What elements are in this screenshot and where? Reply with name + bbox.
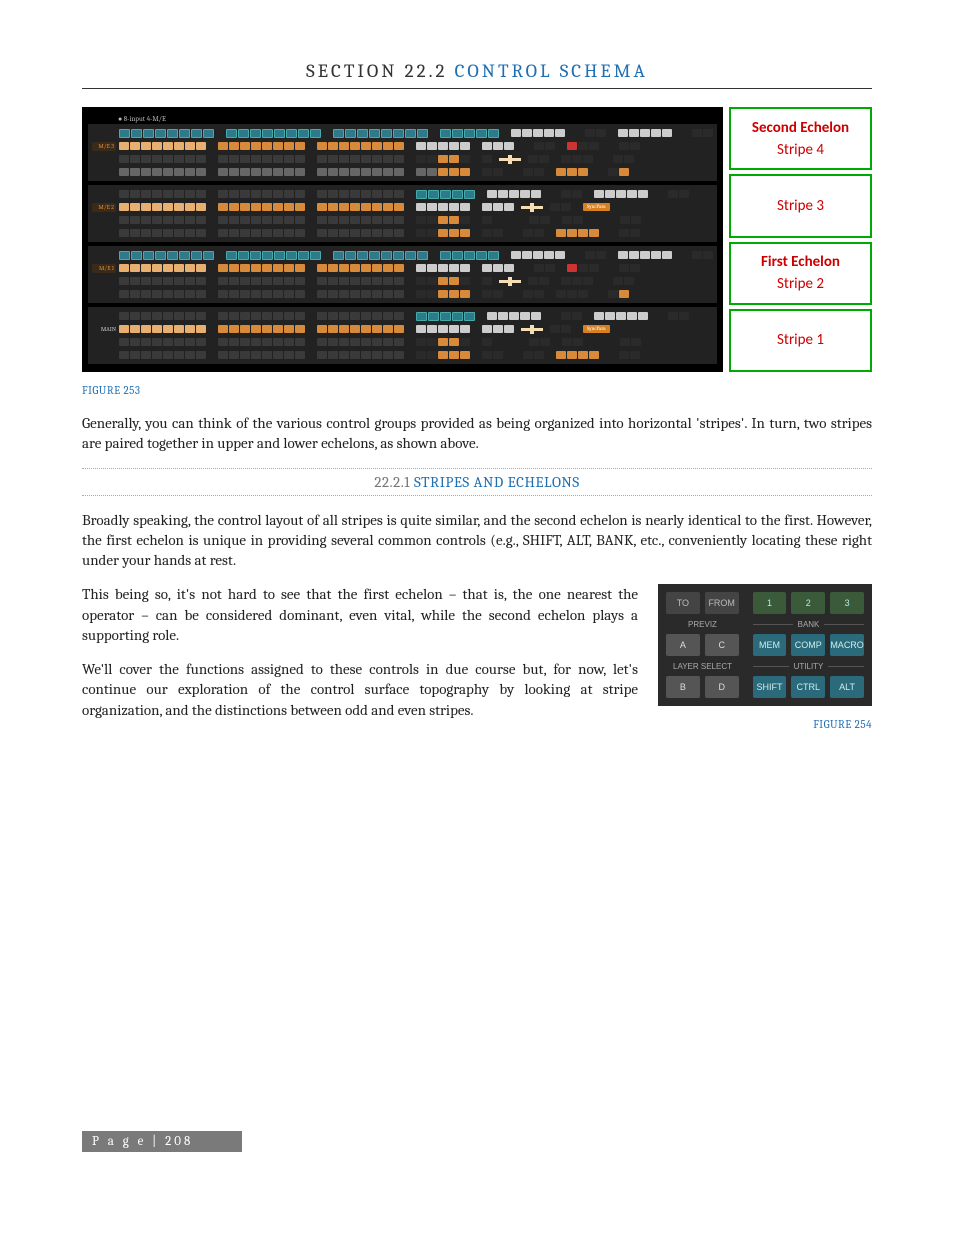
section-number: SECTION 22.2 (306, 60, 447, 82)
figure-253-caption: FIGURE 253 (82, 384, 872, 397)
console-title: ● 8-input 4-M/E (118, 115, 717, 123)
page-footer: P a g e | 208 (82, 1131, 242, 1152)
button-a: A (666, 634, 700, 656)
subsection-header: 22.2.1 STRIPES AND ECHELONS (82, 468, 872, 496)
label-stripe-3: Stripe 3 (729, 174, 872, 237)
paragraph-1: Generally, you can think of the various … (82, 413, 872, 454)
t-bar-icon (521, 206, 543, 209)
row-label-mv3: M/E 3 (92, 142, 116, 151)
button-from: FROM (705, 592, 739, 614)
footer-label: P a g e | (92, 1134, 159, 1149)
button-mem: MEM (753, 634, 787, 656)
label-stripe-2: First Echelon Stripe 2 (729, 242, 872, 305)
paragraph-4: We'll cover the functions assigned to th… (82, 659, 638, 720)
t-bar-icon (521, 328, 543, 331)
button-macro: MACRO (830, 634, 864, 656)
sync-label: SyncPara (583, 325, 610, 333)
button-1: 1 (753, 592, 787, 614)
label-layer-select: LAYER SELECT (666, 662, 739, 671)
echelon-labels: Second Echelon Stripe 4 Stripe 3 First E… (729, 107, 872, 372)
label-stripe-1: Stripe 1 (729, 309, 872, 372)
row-label-mv1: M/E 1 (92, 264, 116, 273)
t-bar-icon (499, 158, 521, 161)
echelon-label: First Echelon (761, 253, 840, 271)
subsection-title: STRIPES AND ECHELONS (414, 473, 580, 491)
label-previz: PREVIZ (666, 620, 739, 629)
stripe-label: Stripe 3 (777, 197, 824, 215)
button-to: TO (666, 592, 700, 614)
figure-254: TO FROM 1 2 3 PREVIZ BANK A C (658, 584, 872, 706)
button-comp: COMP (791, 634, 825, 656)
t-bar-icon (499, 280, 521, 283)
figure-253: ● 8-input 4-M/E (82, 107, 872, 372)
label-bank: BANK (798, 620, 820, 629)
subsection-number: 22.2.1 (374, 473, 410, 491)
stripe-3: M/E 2 SyncPara (88, 185, 717, 242)
label-utility: UTILITY (794, 662, 824, 671)
section-header: SECTION 22.2 CONTROL SCHEMA (82, 60, 872, 89)
button-shift: SHIFT (753, 676, 787, 698)
section-title: CONTROL SCHEMA (455, 60, 648, 82)
row-label-main: MAIN (92, 326, 116, 333)
button-ctrl: CTRL (791, 676, 825, 698)
paragraph-3: This being so, it's not hard to see that… (82, 584, 638, 645)
label-stripe-4: Second Echelon Stripe 4 (729, 107, 872, 170)
stripe-label: Stripe 4 (777, 141, 824, 159)
stripe-label: Stripe 2 (777, 275, 824, 293)
button-3: 3 (830, 592, 864, 614)
button-2: 2 (791, 592, 825, 614)
sync-label: SyncPara (583, 203, 610, 211)
stripe-2: M/E 1 (88, 246, 717, 303)
button-alt: ALT (830, 676, 864, 698)
button-b: B (666, 676, 700, 698)
paragraph-2: Broadly speaking, the control layout of … (82, 510, 872, 571)
echelon-label: Second Echelon (752, 119, 849, 137)
stripe-1: MAIN SyncPara (88, 307, 717, 364)
row-label-mv2: M/E 2 (92, 203, 116, 212)
stripe-4: M/E 3 (88, 124, 717, 181)
button-c: C (705, 634, 739, 656)
console-panel: ● 8-input 4-M/E (82, 107, 723, 372)
stripe-label: Stripe 1 (777, 331, 824, 349)
button-d: D (705, 676, 739, 698)
page-number: 208 (165, 1134, 193, 1149)
figure-254-caption: FIGURE 254 (658, 718, 872, 731)
